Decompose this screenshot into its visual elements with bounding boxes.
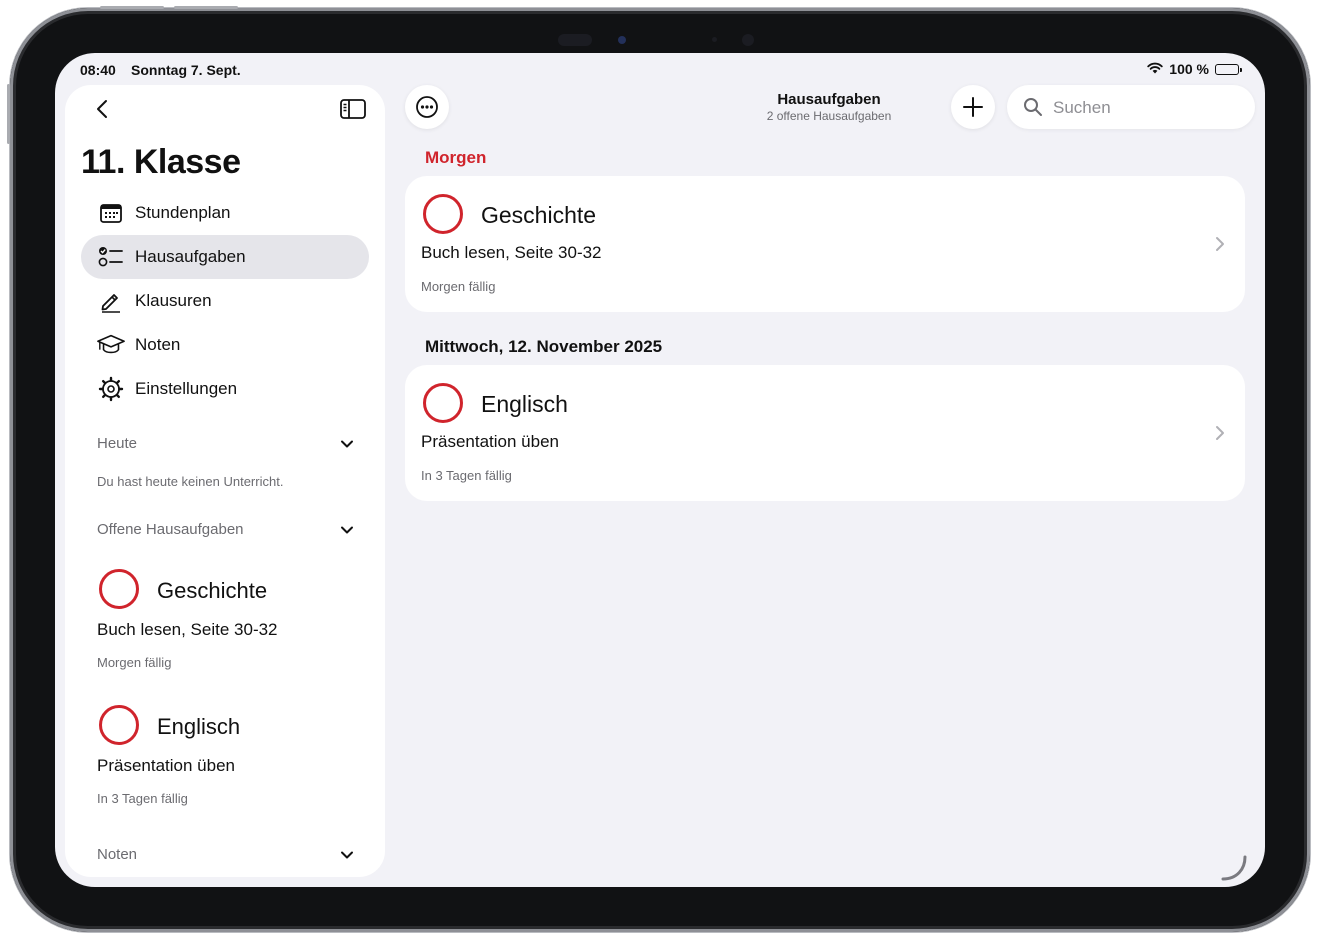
homework-description: Präsentation üben <box>97 756 235 775</box>
sidebar-item-einstellungen[interactable]: Einstellungen <box>81 367 369 411</box>
ellipsis-circle-icon <box>416 96 438 118</box>
incomplete-circle-icon[interactable] <box>99 705 139 745</box>
sidebar-toggle-button[interactable] <box>339 97 367 121</box>
status-date: Sonntag 7. Sept. <box>131 62 241 78</box>
device-side-button <box>7 84 10 144</box>
incomplete-circle-icon[interactable] <box>423 383 463 423</box>
calendar-icon <box>97 199 125 227</box>
battery-percent: 100 % <box>1169 61 1209 77</box>
group-header-date: Mittwoch, 12. November 2025 <box>425 337 663 356</box>
sidebar-item-label: Stundenplan <box>135 203 231 222</box>
search-field[interactable] <box>1007 85 1255 131</box>
sidebar-item-label: Klausuren <box>135 291 212 310</box>
sidebar: 11. Klasse Stundenplan Hausaufgaben Klau… <box>65 85 385 877</box>
screen: 08:40 Sonntag 7. Sept. 100 % 11. Klasse … <box>55 53 1265 887</box>
chevron-down-icon[interactable] <box>339 436 355 452</box>
sidebar-item-label: Hausaufgaben <box>135 247 246 266</box>
resize-corner-icon[interactable] <box>1219 853 1249 883</box>
homework-subject: Englisch <box>157 714 241 739</box>
pencil-icon <box>97 287 125 315</box>
sidebar-icon <box>340 99 366 119</box>
battery-icon <box>1215 63 1242 75</box>
homework-description: Buch lesen, Seite 30-32 <box>421 243 602 262</box>
wifi-icon <box>1147 61 1163 77</box>
sidebar-item-label: Noten <box>135 335 181 354</box>
status-time: 08:40 <box>80 62 116 78</box>
homework-due: In 3 Tagen fällig <box>421 468 512 483</box>
chevron-right-icon <box>1216 237 1224 251</box>
chevron-down-icon[interactable] <box>339 522 355 538</box>
device-top-button <box>174 6 238 9</box>
plus-icon <box>963 97 983 117</box>
homework-card[interactable]: Geschichte Buch lesen, Seite 30-32 Morge… <box>405 176 1245 312</box>
camera-bar <box>558 34 788 46</box>
chevron-down-icon[interactable] <box>339 847 355 863</box>
graduation-cap-icon <box>97 331 125 359</box>
page-title: Hausaufgaben 2 offene Hausaufgaben <box>729 91 929 123</box>
today-note: Du hast heute keinen Unterricht. <box>97 474 284 489</box>
incomplete-circle-icon[interactable] <box>99 569 139 609</box>
sidebar-item-stundenplan[interactable]: Stundenplan <box>81 191 369 235</box>
add-button[interactable] <box>951 85 995 129</box>
homework-description: Buch lesen, Seite 30-32 <box>97 620 278 639</box>
search-icon <box>1024 98 1042 116</box>
section-open-homework-header[interactable]: Offene Hausaufgaben <box>97 521 244 538</box>
homework-card[interactable]: Englisch Präsentation üben In 3 Tagen fä… <box>405 365 1245 501</box>
homework-due: In 3 Tagen fällig <box>97 791 188 806</box>
checklist-icon <box>97 243 125 271</box>
device-top-button <box>100 6 164 9</box>
more-button[interactable] <box>405 85 449 129</box>
list-item[interactable]: Geschichte Buch lesen, Seite 30-32 Morge… <box>97 567 367 677</box>
incomplete-circle-icon[interactable] <box>423 194 463 234</box>
chevron-left-icon <box>97 100 107 118</box>
sidebar-item-klausuren[interactable]: Klausuren <box>81 279 369 323</box>
homework-description: Präsentation üben <box>421 432 559 451</box>
chevron-right-icon <box>1216 426 1224 440</box>
group-header-tomorrow: Morgen <box>425 148 487 167</box>
section-grades-header[interactable]: Noten <box>97 846 137 863</box>
back-button[interactable] <box>91 97 115 121</box>
gear-icon <box>97 375 125 403</box>
homework-subject: Englisch <box>481 391 568 417</box>
sidebar-item-hausaufgaben[interactable]: Hausaufgaben <box>81 235 369 279</box>
list-item[interactable]: Englisch Präsentation üben In 3 Tagen fä… <box>97 703 367 813</box>
page-subtitle: 2 offene Hausaufgaben <box>766 109 892 123</box>
homework-due: Morgen fällig <box>97 655 172 670</box>
homework-subject: Geschichte <box>157 578 268 603</box>
sidebar-title: 11. Klasse <box>81 143 241 181</box>
page-title-text: Hausaufgaben <box>777 91 881 108</box>
sidebar-item-label: Einstellungen <box>135 379 238 398</box>
search-input[interactable] <box>1051 85 1245 131</box>
sidebar-item-noten[interactable]: Noten <box>81 323 369 367</box>
homework-due: Morgen fällig <box>421 279 496 294</box>
sidebar-nav: Stundenplan Hausaufgaben Klausuren Noten <box>81 191 369 411</box>
homework-subject: Geschichte <box>481 202 597 228</box>
status-bar: 08:40 Sonntag 7. Sept. 100 % <box>55 53 1265 85</box>
section-today-header[interactable]: Heute <box>97 435 137 452</box>
